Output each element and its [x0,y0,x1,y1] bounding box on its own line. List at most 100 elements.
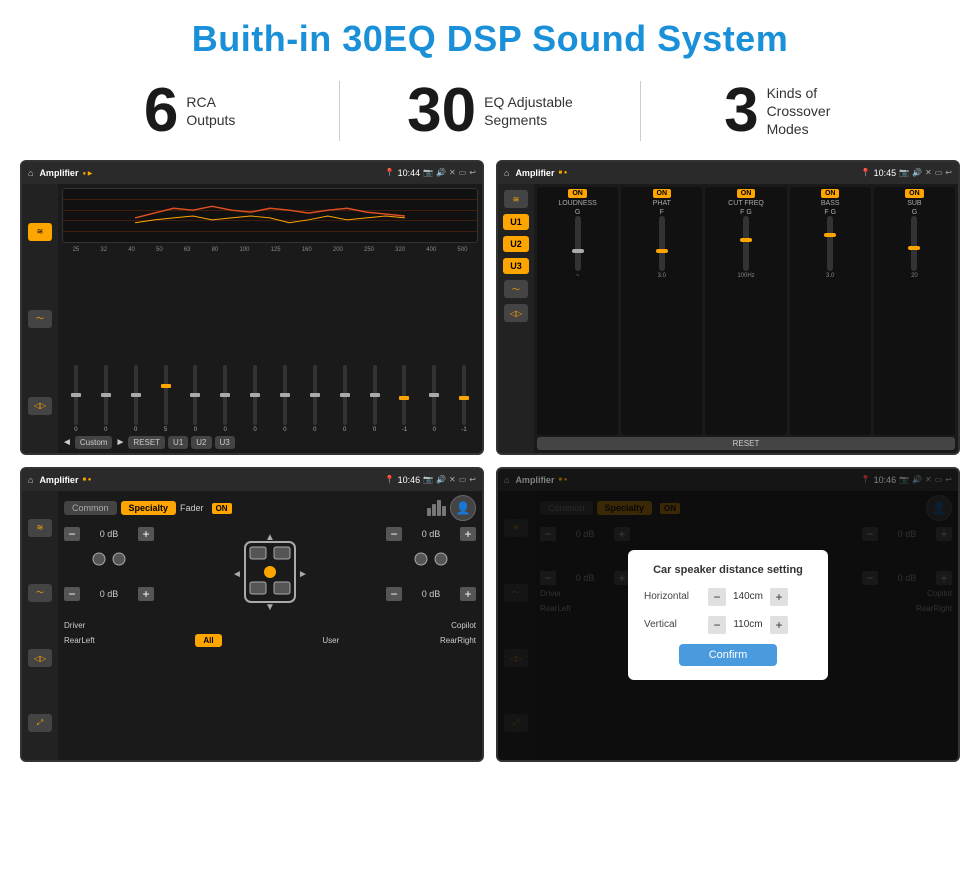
eq-u2-btn[interactable]: U2 [191,436,211,449]
screens-grid: ⌂ Amplifier ● ▶ 📍 10:44 📷 🔊 ✕ ▭ ↩ ≋ 〜 ◁▷ [0,152,980,772]
vol-val-1: 0 dB [83,529,135,539]
fader-home-icon[interactable]: ⌂ [28,475,33,485]
vol-plus-1[interactable]: + [138,527,154,541]
label-rearleft: RearLeft [64,636,95,645]
crossover-ch-loudness: ON LOUDNESS G ~ [537,187,618,435]
bass-val: 3.0 [826,273,834,279]
vol-row-1: − 0 dB + [64,527,154,541]
vol-row-3: − 0 dB + [386,527,476,541]
eq-sidebar-eq-icon[interactable]: ≋ [28,223,52,241]
tab-specialty[interactable]: Specialty [121,501,177,515]
crossover-eq-icon[interactable]: ≋ [504,190,528,208]
fader-screen-body: ≋ 〜 ◁▷ ⤢ Common Specialty Fader ON [22,491,482,760]
stat-eq: 30 EQ AdjustableSegments [360,80,619,142]
crossover-u2-btn[interactable]: U2 [503,236,529,252]
eq-custom-btn[interactable]: Custom [75,436,113,449]
bass-label: BASS [821,200,840,207]
eq-sidebar-wave-icon[interactable]: 〜 [28,310,52,328]
eq-slider-14: -1 [450,365,478,433]
crossover-reset-btn[interactable]: RESET [537,437,955,450]
loudness-toggle[interactable]: ON [568,189,587,198]
crossover-screen-body: ≋ U1 U2 U3 〜 ◁▷ ON LOUDNESS G ~ [498,184,958,453]
eq-reset-btn[interactable]: RESET [128,436,165,449]
bass-toggle[interactable]: ON [821,189,840,198]
fader-sidebar: ≋ 〜 ◁▷ ⤢ [22,491,58,760]
close-icon: ✕ [449,168,456,178]
vol-minus-1[interactable]: − [64,527,80,541]
eq-next-arrow[interactable]: ► [115,437,125,448]
location-icon: 📍 [385,168,395,178]
fader-expand-icon[interactable]: ⤢ [28,714,52,732]
svg-text:▲: ▲ [265,532,275,543]
dialog-horizontal-label: Horizontal [644,591,704,602]
crossover-channels: ON LOUDNESS G ~ ON PHAT F 3.0 [537,187,955,435]
dialog-vertical-label: Vertical [644,619,704,630]
crossover-app-title: Amplifier [515,168,554,178]
eq-slider-13: 0 [420,365,448,433]
sub-val: 20 [911,273,918,279]
phat-toggle[interactable]: ON [653,189,672,198]
fader-location-icon: 📍 [385,475,395,485]
dialog-horizontal-plus[interactable]: + [770,588,788,606]
crossover-main: ON LOUDNESS G ~ ON PHAT F 3.0 [534,184,958,453]
tab-common[interactable]: Common [64,501,117,515]
sub-toggle[interactable]: ON [905,189,924,198]
vol-minus-3[interactable]: − [386,527,402,541]
svg-text:►: ► [298,569,308,580]
fader-eq-icon[interactable]: ≋ [28,519,52,537]
all-btn[interactable]: All [195,634,221,647]
crossover-close-icon: ✕ [925,168,932,178]
dialog-horizontal-value: 140cm [730,591,766,602]
fader-time: 10:46 [398,475,421,485]
stat-crossover-number: 3 [724,80,758,142]
eq-slider-10: 0 [331,365,359,433]
eq-sidebar-speaker-icon[interactable]: ◁▷ [28,397,52,415]
fader-right-vol: − 0 dB + − 0 dB [386,527,476,617]
eq-slider-3: 0 [122,365,150,433]
dialog-vertical-plus[interactable]: + [770,616,788,634]
dialog-horizontal-minus[interactable]: − [708,588,726,606]
cutfreq-toggle[interactable]: ON [737,189,756,198]
eq-u1-btn[interactable]: U1 [168,436,188,449]
fader-wave-icon[interactable]: 〜 [28,584,52,602]
vol-minus-2[interactable]: − [64,587,80,601]
eq-slider-11: 0 [361,365,389,433]
screen-crossover: ⌂ Amplifier ■ ● 📍 10:45 📷 🔊 ✕ ▭ ↩ ≋ U1 U… [496,160,960,455]
crossover-home-icon[interactable]: ⌂ [504,168,509,178]
eq-bottom-bar: ◄ Custom ► RESET U1 U2 U3 [62,436,478,449]
stat-crossover-text: Kinds ofCrossover Modes [767,84,857,139]
eq-prev-arrow[interactable]: ◄ [62,437,72,448]
crossover-u3-btn[interactable]: U3 [503,258,529,274]
phat-val: 3.0 [658,273,666,279]
screen-eq: ⌂ Amplifier ● ▶ 📍 10:44 📷 🔊 ✕ ▭ ↩ ≋ 〜 ◁▷ [20,160,484,455]
vol-plus-2[interactable]: + [138,587,154,601]
dialog-confirm-button[interactable]: Confirm [679,644,778,666]
crossover-speaker-icon[interactable]: ◁▷ [504,304,528,322]
vol-minus-4[interactable]: − [386,587,402,601]
crossover-u1-btn[interactable]: U1 [503,214,529,230]
dialog-vertical-minus[interactable]: − [708,616,726,634]
fader-left-vol: − 0 dB + − 0 dB [64,527,154,617]
vol-row-2: − 0 dB + [64,587,154,601]
svg-text:▼: ▼ [265,602,275,613]
loudness-val: ~ [576,273,580,279]
home-icon[interactable]: ⌂ [28,168,33,178]
fader-status-icons: 📍 10:46 📷 🔊 ✕ ▭ ↩ [385,475,476,485]
fader-on-toggle[interactable]: ON [212,503,232,514]
stat-eq-number: 30 [407,80,476,142]
eq-slider-2: 0 [92,365,120,433]
fader-speaker-icon[interactable]: ◁▷ [28,649,52,667]
eq-slider-12: -1 [390,365,418,433]
crossover-ch-sub: ON SUB G 20 [874,187,955,435]
crossover-location-icon: 📍 [861,168,871,178]
fader-camera-icon: 📷 [423,475,433,485]
vol-val-3: 0 dB [405,529,457,539]
fader-bottom-row: Driver Copilot [64,621,476,630]
fader-bottom-row-2: RearLeft All User RearRight [64,634,476,647]
vol-plus-4[interactable]: + [460,587,476,601]
crossover-ch-phat: ON PHAT F 3.0 [621,187,702,435]
crossover-wave-icon[interactable]: 〜 [504,280,528,298]
eq-u3-btn[interactable]: U3 [215,436,235,449]
vol-plus-3[interactable]: + [460,527,476,541]
stat-divider-2 [640,81,641,141]
